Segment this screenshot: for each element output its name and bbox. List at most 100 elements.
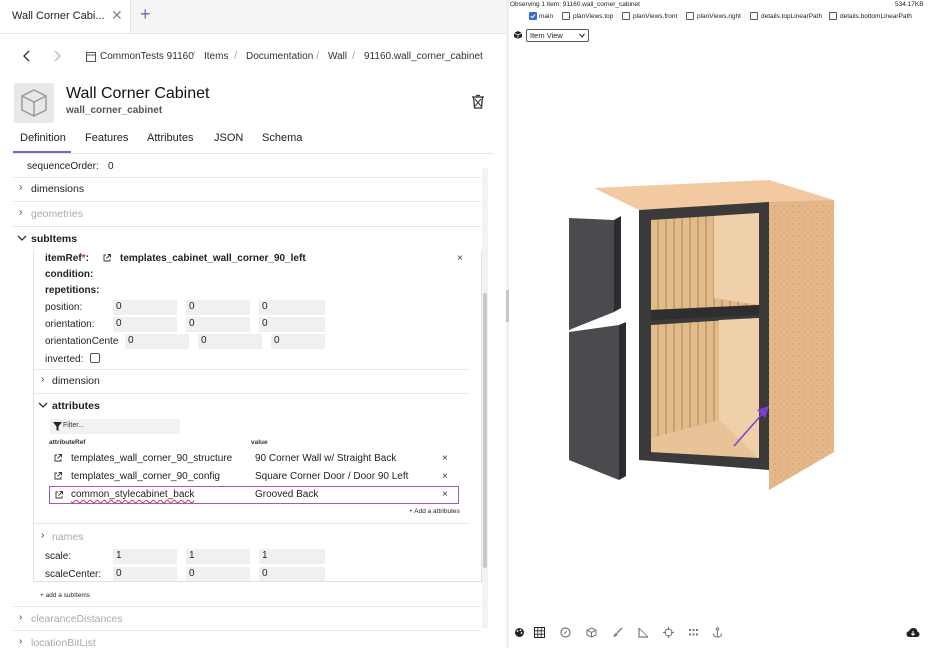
- orientation-y-input[interactable]: 0: [186, 317, 250, 332]
- position-z-input[interactable]: 0: [259, 300, 325, 315]
- section-names[interactable]: names: [52, 531, 84, 543]
- chevron-down-icon[interactable]: [17, 234, 27, 242]
- scale-x-input[interactable]: 1: [113, 549, 177, 564]
- tab-wall-corner-cabinet[interactable]: Wall Corner Cabi... ✕: [0, 0, 131, 33]
- cube-icon: [21, 89, 47, 117]
- attribute-value[interactable]: Grooved Back: [255, 489, 318, 500]
- section-dimensions[interactable]: dimensions: [31, 183, 84, 195]
- delete-icon[interactable]: [470, 94, 486, 110]
- orientation-center-x-input[interactable]: 0: [125, 334, 189, 349]
- checkbox-top-linear-path[interactable]: [750, 12, 758, 20]
- remove-attribute-button[interactable]: ×: [442, 471, 448, 482]
- compass-icon[interactable]: [560, 627, 571, 638]
- cloud-download-icon[interactable]: [906, 627, 920, 638]
- file-size: 534.17KB: [895, 1, 924, 8]
- scale-y-input[interactable]: 1: [186, 549, 250, 564]
- new-tab-button[interactable]: +: [140, 4, 151, 25]
- tab-title: Wall Corner Cabi...: [12, 10, 105, 22]
- orientation-center-z-input[interactable]: 0: [271, 334, 325, 349]
- breadcrumb-wall[interactable]: Wall: [328, 51, 347, 62]
- orientation-z-input[interactable]: 0: [259, 317, 325, 332]
- attribute-value[interactable]: Square Corner Door / Door 90 Left: [255, 471, 408, 482]
- checkbox-label-plan-top: planViews.top: [573, 13, 614, 20]
- add-subitem-button[interactable]: + add a subItems: [40, 592, 90, 599]
- section-clearance-distances[interactable]: clearanceDistances: [31, 613, 123, 625]
- section-dimension[interactable]: dimension: [52, 375, 100, 387]
- ruler-icon[interactable]: [638, 627, 649, 638]
- remove-attribute-button[interactable]: ×: [442, 489, 448, 500]
- add-attribute-button[interactable]: + Add a attributes: [409, 508, 460, 515]
- forward-arrow-icon[interactable]: [52, 50, 62, 62]
- anchor-icon[interactable]: [712, 627, 723, 638]
- tab-json[interactable]: JSON: [214, 132, 243, 144]
- attribute-value[interactable]: 90 Corner Wall w/ Straight Back: [255, 453, 396, 464]
- scrollbar-thumb[interactable]: [483, 293, 487, 568]
- checkbox-bottom-linear-path[interactable]: [829, 12, 837, 20]
- breadcrumb-items[interactable]: Items: [204, 51, 228, 62]
- scale-z-input[interactable]: 1: [259, 549, 325, 564]
- table-row[interactable]: templates_wall_corner_90_structure 90 Co…: [49, 450, 459, 467]
- filter-placeholder: Filter...: [63, 422, 85, 429]
- chevron-right-icon[interactable]: ›: [19, 612, 22, 623]
- section-truncated[interactable]: locationBitList: [31, 637, 96, 648]
- scale-center-x-input[interactable]: 0: [113, 567, 177, 582]
- view-mode-value: Item View: [530, 31, 563, 40]
- breadcrumb-root[interactable]: CommonTests 91160: [100, 51, 194, 62]
- back-arrow-icon[interactable]: [22, 50, 32, 62]
- section-subitems[interactable]: subItems: [31, 233, 77, 245]
- orientation-center-y-input[interactable]: 0: [198, 334, 262, 349]
- palette-icon[interactable]: [514, 627, 525, 638]
- tab-features[interactable]: Features: [85, 132, 128, 144]
- condition-label: condition:: [45, 269, 94, 280]
- external-link-icon[interactable]: [103, 254, 111, 262]
- section-geometries[interactable]: geometries: [31, 208, 83, 220]
- attribute-ref[interactable]: common_stylecabinet_back: [71, 489, 194, 500]
- remove-attribute-button[interactable]: ×: [442, 453, 448, 464]
- dots-grid-icon[interactable]: [688, 627, 699, 638]
- section-attributes[interactable]: attributes: [52, 400, 100, 412]
- tab-definition[interactable]: Definition: [20, 132, 66, 144]
- grid-icon[interactable]: [534, 627, 545, 638]
- orientation-x-input[interactable]: 0: [113, 317, 177, 332]
- checkbox-plan-right[interactable]: [686, 12, 694, 20]
- itemref-value[interactable]: templates_cabinet_wall_corner_90_left: [120, 253, 306, 264]
- brush-icon[interactable]: [612, 627, 623, 638]
- filter-input[interactable]: Filter...: [50, 419, 180, 434]
- checkbox-label-plan-right: planViews.right: [697, 13, 741, 20]
- attribute-ref[interactable]: templates_wall_corner_90_config: [71, 471, 220, 482]
- chevron-right-icon[interactable]: ›: [19, 207, 22, 218]
- checkbox-plan-front[interactable]: [622, 12, 630, 20]
- view-mode-select[interactable]: Item View: [526, 29, 589, 42]
- inverted-checkbox[interactable]: [90, 353, 100, 363]
- breadcrumb-current: 91160.wall_corner_cabinet: [364, 51, 483, 62]
- breadcrumb-separator: /: [352, 50, 356, 62]
- chevron-right-icon[interactable]: ›: [41, 530, 44, 541]
- cabinet-3d-render[interactable]: [569, 180, 899, 490]
- position-x-input[interactable]: 0: [113, 300, 177, 315]
- chevron-down-icon[interactable]: [38, 401, 48, 409]
- attribute-ref[interactable]: templates_wall_corner_90_structure: [71, 453, 232, 464]
- divider: [13, 630, 481, 631]
- checkbox-plan-top[interactable]: [562, 12, 570, 20]
- breadcrumb-documentation[interactable]: Documentation: [246, 51, 313, 62]
- cube-icon[interactable]: [586, 627, 597, 638]
- itemref-colon: :: [85, 253, 89, 264]
- chevron-right-icon[interactable]: ›: [19, 636, 22, 647]
- close-tab-icon[interactable]: ✕: [111, 7, 123, 24]
- column-header-attributeref: attributeRef: [49, 439, 86, 446]
- tab-attributes[interactable]: Attributes: [147, 132, 193, 144]
- scale-center-z-input[interactable]: 0: [259, 567, 325, 582]
- scale-center-y-input[interactable]: 0: [186, 567, 250, 582]
- position-y-input[interactable]: 0: [186, 300, 250, 315]
- table-row[interactable]: templates_wall_corner_90_config Square C…: [49, 468, 459, 485]
- checkbox-main[interactable]: [529, 12, 537, 20]
- remove-subitem-button[interactable]: ×: [457, 253, 463, 264]
- tab-schema[interactable]: Schema: [262, 132, 302, 144]
- chevron-down-icon: [579, 33, 585, 38]
- itemref-label-text: itemRef: [45, 253, 82, 264]
- chevron-right-icon[interactable]: ›: [19, 182, 22, 193]
- divider: [13, 201, 481, 202]
- table-row-selected[interactable]: common_stylecabinet_back Grooved Back ×: [49, 486, 459, 504]
- chevron-right-icon[interactable]: ›: [41, 374, 44, 385]
- target-icon[interactable]: [663, 627, 674, 638]
